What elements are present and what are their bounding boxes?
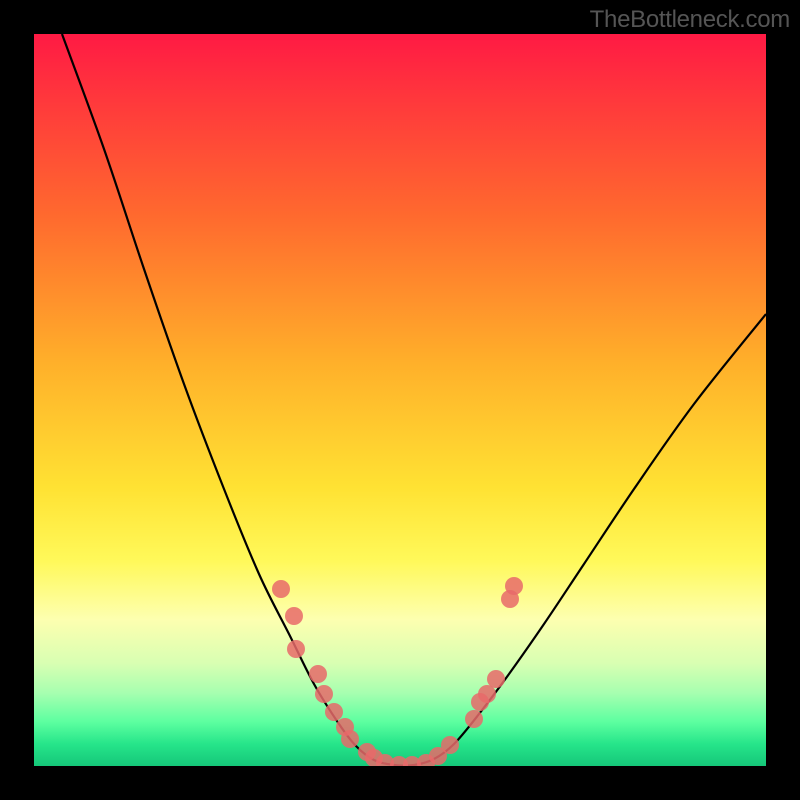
data-point (287, 640, 305, 658)
data-point (465, 710, 483, 728)
curve-path-group (62, 34, 766, 766)
data-point (272, 580, 290, 598)
scatter-points (272, 577, 523, 766)
data-point (285, 607, 303, 625)
data-point (478, 685, 496, 703)
data-point (325, 703, 343, 721)
chart-container: TheBottleneck.com (0, 0, 800, 800)
data-point (487, 670, 505, 688)
data-point (341, 730, 359, 748)
data-point (505, 577, 523, 595)
bottleneck-curve (62, 34, 766, 766)
plot-area (34, 34, 766, 766)
data-point (315, 685, 333, 703)
data-point (441, 736, 459, 754)
watermark-text: TheBottleneck.com (590, 6, 790, 34)
data-point (309, 665, 327, 683)
curve-svg (34, 34, 766, 766)
